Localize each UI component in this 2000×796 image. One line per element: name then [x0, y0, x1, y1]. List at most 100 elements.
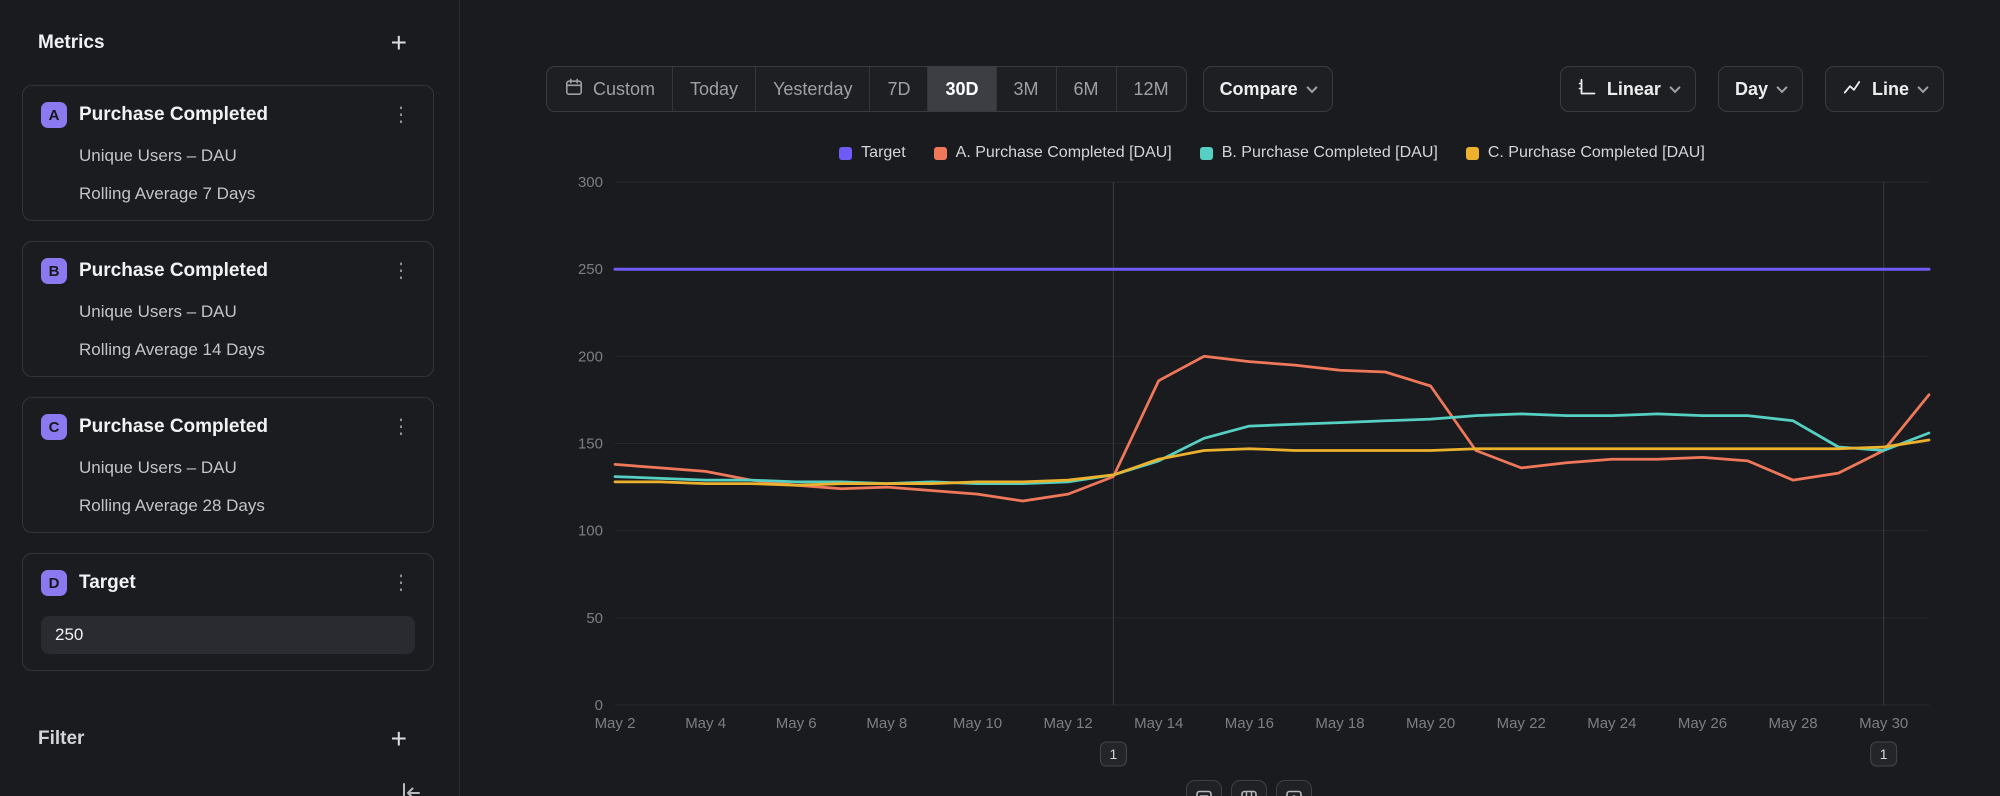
- svg-text:May 4: May 4: [685, 715, 726, 732]
- line-chart-icon: [1842, 77, 1862, 102]
- scale-label: Linear: [1607, 79, 1661, 100]
- svg-text:May 22: May 22: [1497, 715, 1546, 732]
- chevron-down-icon: [1306, 82, 1317, 93]
- chevron-down-icon: [1776, 82, 1787, 93]
- add-metric-button[interactable]: +: [387, 33, 411, 53]
- legend-item[interactable]: B. Purchase Completed [DAU]: [1200, 144, 1438, 162]
- range-7d-button[interactable]: 7D: [869, 67, 927, 111]
- svg-text:150: 150: [578, 436, 603, 453]
- kebab-menu-icon[interactable]: ⋮: [387, 573, 415, 593]
- range-3m-button[interactable]: 3M: [996, 67, 1056, 111]
- svg-text:May 30: May 30: [1859, 715, 1908, 732]
- footer-action-button-1[interactable]: [1186, 780, 1222, 796]
- legend-label: C. Purchase Completed [DAU]: [1488, 144, 1705, 162]
- add-filter-button[interactable]: +: [387, 729, 411, 749]
- target-title-row[interactable]: D Target ⋮: [41, 570, 415, 596]
- svg-text:100: 100: [578, 523, 603, 540]
- filter-header: Filter +: [38, 728, 411, 750]
- metrics-header: Metrics +: [38, 32, 411, 54]
- metric-title-row[interactable]: A Purchase Completed ⋮: [41, 102, 415, 128]
- linear-axis-icon: [1577, 77, 1597, 102]
- chart-toolbar: Custom Today Yesterday 7D 30D 3M 6M 12M …: [546, 66, 1944, 112]
- range-label: Custom: [593, 79, 655, 100]
- svg-text:May 26: May 26: [1678, 715, 1727, 732]
- svg-text:May 20: May 20: [1406, 715, 1455, 732]
- metrics-heading: Metrics: [38, 32, 105, 54]
- events-icon: [1240, 789, 1258, 796]
- metric-transform[interactable]: Rolling Average 28 Days: [41, 496, 415, 516]
- annotations-icon: [1195, 789, 1213, 796]
- metric-title: Purchase Completed: [79, 104, 268, 126]
- compare-button[interactable]: Compare: [1203, 66, 1333, 112]
- legend-swatch-icon: [839, 147, 852, 160]
- legend-label: A. Purchase Completed [DAU]: [956, 144, 1172, 162]
- svg-text:May 18: May 18: [1315, 715, 1364, 732]
- metrics-sidebar: Metrics + A Purchase Completed ⋮ Unique …: [0, 0, 460, 796]
- chart-footer-actions: [1186, 780, 1312, 796]
- svg-text:May 16: May 16: [1225, 715, 1274, 732]
- legend-swatch-icon: [1200, 147, 1213, 160]
- svg-text:May 2: May 2: [595, 715, 636, 732]
- metric-measure[interactable]: Unique Users – DAU: [41, 458, 415, 478]
- metric-transform[interactable]: Rolling Average 14 Days: [41, 340, 415, 360]
- footer-action-button-2[interactable]: [1231, 780, 1267, 796]
- metric-title-row[interactable]: C Purchase Completed ⋮: [41, 414, 415, 440]
- svg-text:1: 1: [1110, 746, 1118, 762]
- svg-text:May 6: May 6: [776, 715, 817, 732]
- range-today-button[interactable]: Today: [672, 67, 755, 111]
- target-card: D Target ⋮: [22, 553, 434, 671]
- metric-card-a: A Purchase Completed ⋮ Unique Users – DA…: [22, 85, 434, 221]
- chart-legend: Target A. Purchase Completed [DAU] B. Purc…: [615, 144, 1929, 162]
- target-badge: D: [41, 570, 67, 596]
- target-value-input[interactable]: [41, 616, 415, 654]
- svg-text:May 10: May 10: [953, 715, 1002, 732]
- collapse-sidebar-button[interactable]: [398, 780, 424, 796]
- chart-area: Target A. Purchase Completed [DAU] B. Purc…: [540, 140, 1980, 796]
- metric-badge: B: [41, 258, 67, 284]
- kebab-menu-icon[interactable]: ⋮: [387, 261, 415, 281]
- interval-selector-button[interactable]: Day: [1718, 66, 1803, 112]
- svg-text:250: 250: [578, 261, 603, 278]
- svg-text:May 28: May 28: [1768, 715, 1817, 732]
- legend-label: B. Purchase Completed [DAU]: [1222, 144, 1438, 162]
- legend-item[interactable]: Target: [839, 144, 905, 162]
- range-12m-button[interactable]: 12M: [1116, 67, 1186, 111]
- metric-measure[interactable]: Unique Users – DAU: [41, 146, 415, 166]
- range-yesterday-button[interactable]: Yesterday: [755, 67, 869, 111]
- chevron-down-icon: [1917, 82, 1928, 93]
- chart-type-label: Line: [1872, 79, 1909, 100]
- range-custom-button[interactable]: Custom: [547, 67, 672, 111]
- range-6m-button[interactable]: 6M: [1056, 67, 1116, 111]
- legend-label: Target: [861, 144, 905, 162]
- metric-transform[interactable]: Rolling Average 7 Days: [41, 184, 415, 204]
- chevron-down-icon: [1669, 82, 1680, 93]
- chart-canvas[interactable]: 05010015020025030011May 2May 4May 6May 8…: [540, 140, 1980, 796]
- kebab-menu-icon[interactable]: ⋮: [387, 417, 415, 437]
- metric-card-c: C Purchase Completed ⋮ Unique Users – DA…: [22, 397, 434, 533]
- svg-text:May 14: May 14: [1134, 715, 1183, 732]
- range-30d-button[interactable]: 30D: [927, 67, 995, 111]
- footer-action-button-3[interactable]: [1276, 780, 1312, 796]
- svg-text:300: 300: [578, 174, 603, 191]
- metric-title-row[interactable]: B Purchase Completed ⋮: [41, 258, 415, 284]
- svg-text:May 24: May 24: [1587, 715, 1636, 732]
- svg-text:0: 0: [595, 697, 603, 714]
- legend-swatch-icon: [934, 147, 947, 160]
- legend-item[interactable]: A. Purchase Completed [DAU]: [934, 144, 1172, 162]
- metric-card-b: B Purchase Completed ⋮ Unique Users – DA…: [22, 241, 434, 377]
- interval-label: Day: [1735, 79, 1768, 100]
- svg-text:May 8: May 8: [866, 715, 907, 732]
- kebab-menu-icon[interactable]: ⋮: [387, 105, 415, 125]
- metric-title: Purchase Completed: [79, 416, 268, 438]
- scale-selector-button[interactable]: Linear: [1560, 66, 1696, 112]
- svg-text:200: 200: [578, 348, 603, 365]
- legend-item[interactable]: C. Purchase Completed [DAU]: [1466, 144, 1705, 162]
- compare-label: Compare: [1220, 79, 1298, 100]
- metric-title: Purchase Completed: [79, 260, 268, 282]
- svg-text:May 12: May 12: [1044, 715, 1093, 732]
- calendar-icon: [564, 77, 584, 102]
- metric-measure[interactable]: Unique Users – DAU: [41, 302, 415, 322]
- svg-text:50: 50: [586, 610, 603, 627]
- filter-heading: Filter: [38, 728, 84, 750]
- chart-type-selector-button[interactable]: Line: [1825, 66, 1944, 112]
